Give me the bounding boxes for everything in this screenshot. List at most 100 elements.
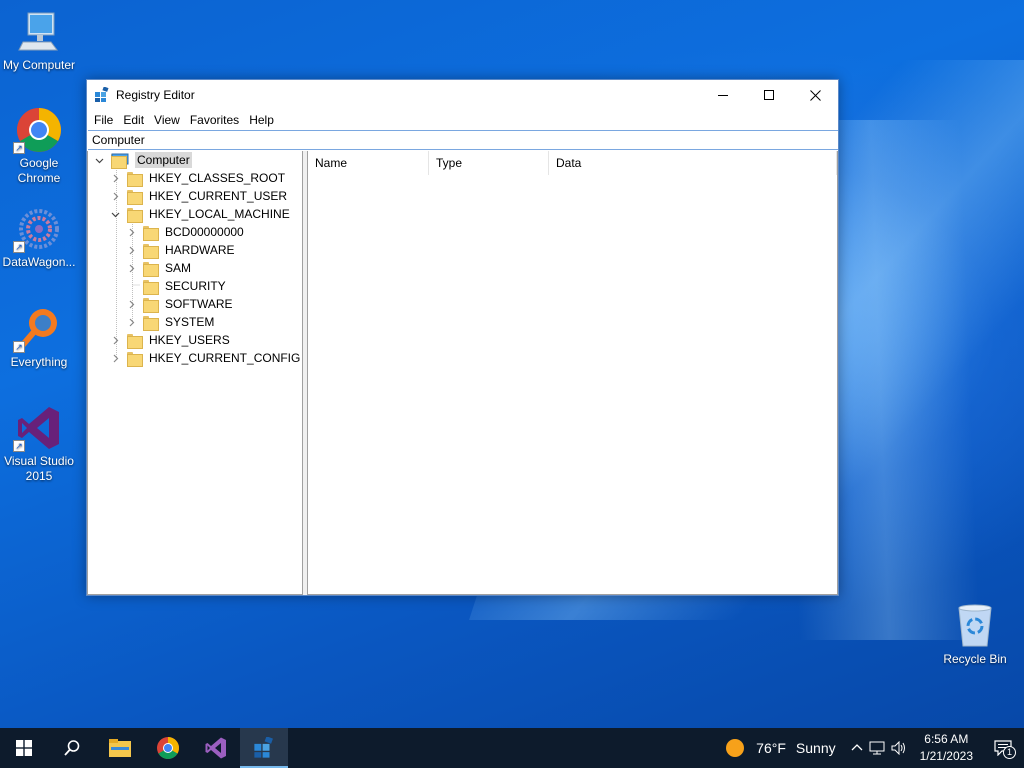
file-explorer-icon <box>109 739 131 757</box>
folder-icon <box>143 261 159 277</box>
address-bar[interactable]: Computer <box>88 130 838 150</box>
recycle-bin-icon <box>951 602 999 650</box>
address-text: Computer <box>92 133 145 147</box>
desktop: My Computer ↗ Google Chrome ↗ DataWagon.… <box>0 0 1024 728</box>
folder-icon <box>143 297 159 313</box>
tree-node-bcd[interactable]: BCD00000000 <box>125 223 246 241</box>
taskbar-chrome[interactable] <box>144 728 192 768</box>
chrome-icon: ↗ <box>13 106 63 154</box>
volume-button[interactable] <box>891 741 907 755</box>
expand-chevron-icon[interactable] <box>109 169 121 187</box>
menu-view[interactable]: View <box>151 113 186 127</box>
registry-editor-icon <box>94 86 110 103</box>
expand-chevron-icon[interactable] <box>125 223 137 241</box>
weather-condition: Sunny <box>795 740 836 756</box>
computer-icon <box>111 153 129 169</box>
tree-node-security[interactable]: SECURITY <box>125 277 228 295</box>
folder-icon <box>143 243 159 259</box>
folder-icon <box>127 189 143 205</box>
menu-favorites[interactable]: Favorites <box>187 113 245 127</box>
tree-node-hkcr[interactable]: HKEY_CLASSES_ROOT <box>109 169 287 187</box>
folder-icon <box>127 171 143 187</box>
clock-date: 1/21/2023 <box>919 749 973 763</box>
desktop-icon-my-computer[interactable]: My Computer <box>0 8 78 73</box>
sun-icon <box>726 739 745 757</box>
notification-badge: 1 <box>1003 746 1016 759</box>
menu-bar: File Edit View Favorites Help <box>87 110 838 130</box>
minimize-button[interactable] <box>700 80 746 110</box>
tree-node-hardware[interactable]: HARDWARE <box>125 241 237 259</box>
folder-icon <box>143 315 159 331</box>
close-icon <box>809 89 821 101</box>
weather-temp: 76°F <box>756 740 786 756</box>
column-header-type[interactable]: Type <box>429 151 549 175</box>
tree-node-system[interactable]: SYSTEM <box>125 313 216 331</box>
network-button[interactable] <box>869 741 885 755</box>
title-bar[interactable]: Registry Editor <box>87 80 838 110</box>
folder-icon <box>127 351 143 367</box>
menu-edit[interactable]: Edit <box>120 113 150 127</box>
minimize-icon <box>717 94 728 96</box>
desktop-icon-visual-studio[interactable]: ↗ Visual Studio 2015 <box>0 404 78 484</box>
tree-node-hkcc[interactable]: HKEY_CURRENT_CONFIG <box>109 349 302 367</box>
registry-editor-window[interactable]: Registry Editor File Edit View Favorites… <box>86 79 839 596</box>
column-header-data[interactable]: Data <box>549 151 837 175</box>
my-computer-icon <box>15 8 63 56</box>
column-header-name[interactable]: Name <box>308 151 429 175</box>
clock-time: 6:56 AM <box>924 732 969 746</box>
key-tree-pane[interactable]: Computer HKEY_CLASSES_ROOT HKEY_CURRENT_… <box>87 151 303 595</box>
everything-icon: ↗ <box>13 305 63 353</box>
datawagon-icon: ↗ <box>13 205 63 253</box>
system-tray: 76°F Sunny 6:56 AM 1/21/2023 1 <box>726 728 1024 768</box>
taskbar-registry-editor[interactable] <box>240 728 288 768</box>
chevron-up-icon <box>851 744 863 751</box>
search-icon <box>64 740 80 756</box>
menu-help[interactable]: Help <box>246 113 280 127</box>
expand-chevron-icon[interactable] <box>125 295 137 313</box>
list-header: Name Type Data <box>308 151 837 175</box>
taskbar: 76°F Sunny 6:56 AM 1/21/2023 1 <box>0 728 1024 768</box>
folder-icon <box>143 279 159 295</box>
chrome-icon <box>157 737 179 759</box>
folder-icon <box>127 333 143 349</box>
search-button[interactable] <box>48 728 96 768</box>
expand-chevron-icon[interactable] <box>109 349 121 367</box>
desktop-icon-datawagon[interactable]: ↗ DataWagon... <box>0 205 78 270</box>
expand-chevron-icon[interactable] <box>109 331 121 349</box>
expand-chevron-icon[interactable] <box>109 187 121 205</box>
registry-editor-icon <box>254 737 273 758</box>
taskbar-file-explorer[interactable] <box>96 728 144 768</box>
expand-chevron-icon[interactable] <box>125 259 137 277</box>
tree-node-hku[interactable]: HKEY_USERS <box>109 331 232 349</box>
tree-node-computer[interactable]: Computer <box>93 151 192 169</box>
desktop-icon-recycle-bin[interactable]: Recycle Bin <box>936 602 1014 667</box>
expand-chevron-icon[interactable] <box>125 313 137 331</box>
speaker-icon <box>891 741 905 755</box>
collapse-chevron-icon[interactable] <box>93 151 105 169</box>
tree-node-software[interactable]: SOFTWARE <box>125 295 235 313</box>
expand-chevron-icon[interactable] <box>125 241 137 259</box>
tree-node-hklm[interactable]: HKEY_LOCAL_MACHINE <box>109 205 292 223</box>
windows-logo-icon <box>16 740 32 756</box>
taskbar-visual-studio[interactable] <box>192 728 240 768</box>
notification-center-button[interactable]: 1 <box>994 740 1016 759</box>
weather-widget[interactable]: 76°F Sunny <box>726 739 836 757</box>
clock[interactable]: 6:56 AM 1/21/2023 <box>920 731 973 765</box>
start-button[interactable] <box>0 728 48 768</box>
collapse-chevron-icon[interactable] <box>109 205 121 223</box>
maximize-icon <box>763 89 774 100</box>
values-list-pane[interactable]: Name Type Data <box>307 151 838 595</box>
maximize-button[interactable] <box>746 80 792 110</box>
close-button[interactable] <box>792 80 838 110</box>
network-icon <box>869 741 885 755</box>
desktop-icon-everything[interactable]: ↗ Everything <box>0 305 78 370</box>
show-hidden-icons-button[interactable] <box>851 742 863 754</box>
visual-studio-icon: ↗ <box>13 404 63 452</box>
tree-node-hkcu[interactable]: HKEY_CURRENT_USER <box>109 187 289 205</box>
menu-file[interactable]: File <box>91 113 119 127</box>
desktop-icon-chrome[interactable]: ↗ Google Chrome <box>0 106 78 186</box>
tree-node-sam[interactable]: SAM <box>125 259 193 277</box>
folder-icon <box>127 207 143 223</box>
visual-studio-icon <box>205 737 226 759</box>
folder-icon <box>143 225 159 241</box>
